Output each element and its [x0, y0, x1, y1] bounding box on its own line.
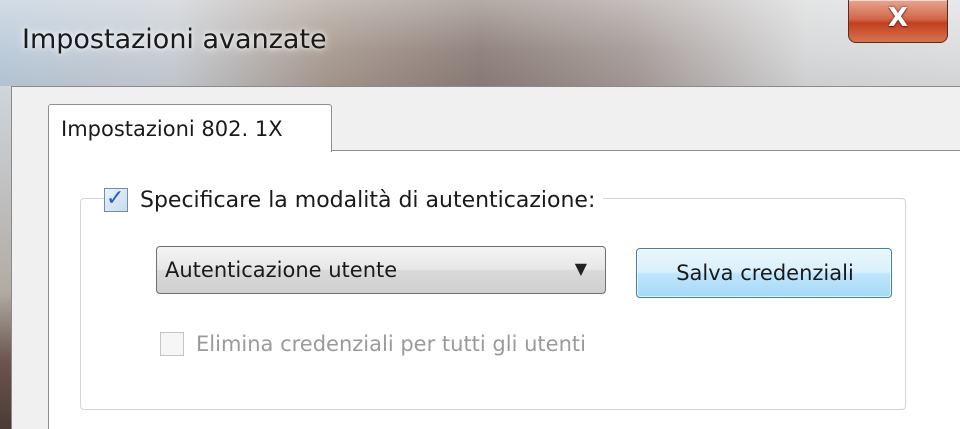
auth-mode-checkbox[interactable]: ✓ — [104, 186, 128, 212]
close-button[interactable]: X — [848, 0, 948, 43]
auth-mode-select-value: Autenticazione utente — [165, 258, 398, 282]
delete-credentials-label: Elimina credenziali per tutti gli utenti — [196, 332, 586, 356]
auth-mode-label[interactable]: Specificare la modalità di autenticazion… — [140, 188, 595, 213]
auth-mode-select[interactable]: Autenticazione utente ▼ — [156, 246, 606, 294]
window-title: Impostazioni avanzate — [22, 24, 327, 55]
save-credentials-label: Salva credenziali — [676, 261, 854, 285]
delete-credentials-checkbox[interactable] — [160, 332, 184, 356]
tab-label: Impostazioni 802. 1X — [61, 117, 283, 141]
tab-802-1x[interactable]: Impostazioni 802. 1X — [48, 104, 332, 152]
dialog-window: Impostazioni avanzate X Impostazioni 802… — [0, 0, 960, 429]
chevron-down-icon: ▼ — [574, 259, 587, 278]
auth-mode-legend: ✓ Specificare la modalità di autenticazi… — [104, 182, 604, 218]
auth-mode-groupbox — [80, 198, 906, 410]
save-credentials-button[interactable]: Salva credenziali — [636, 248, 892, 298]
close-icon: X — [887, 3, 909, 33]
window-left-frame — [0, 86, 11, 429]
checkmark-icon: ✓ — [106, 186, 125, 211]
title-bar[interactable]: Impostazioni avanzate X — [0, 0, 960, 86]
delete-credentials-row: Elimina credenziali per tutti gli utenti — [160, 332, 586, 356]
